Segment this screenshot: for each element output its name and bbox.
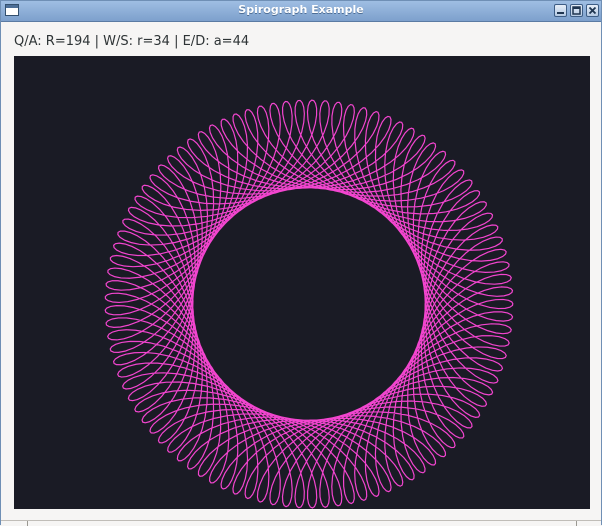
- maximize-icon: [572, 6, 581, 15]
- spirograph-drawing: [14, 56, 590, 509]
- minimize-icon: [557, 12, 564, 14]
- window-title: Spirograph Example: [238, 3, 364, 16]
- divider: [576, 521, 577, 526]
- spirograph-curve: [104, 99, 514, 509]
- close-button[interactable]: [586, 4, 599, 17]
- maximize-button[interactable]: [570, 4, 583, 17]
- divider: [27, 521, 28, 526]
- parameters-label: Q/A: R=194 | W/S: r=34 | E/D: a=44: [14, 34, 250, 49]
- minimize-button[interactable]: [554, 4, 567, 17]
- title-bar[interactable]: Spirograph Example: [1, 1, 601, 22]
- spirograph-canvas[interactable]: [14, 56, 590, 509]
- app-window: Spirograph Example Q/A: R=194 | W/S: r=3…: [0, 0, 602, 526]
- close-icon: [588, 6, 597, 15]
- bottom-edge: [1, 520, 601, 526]
